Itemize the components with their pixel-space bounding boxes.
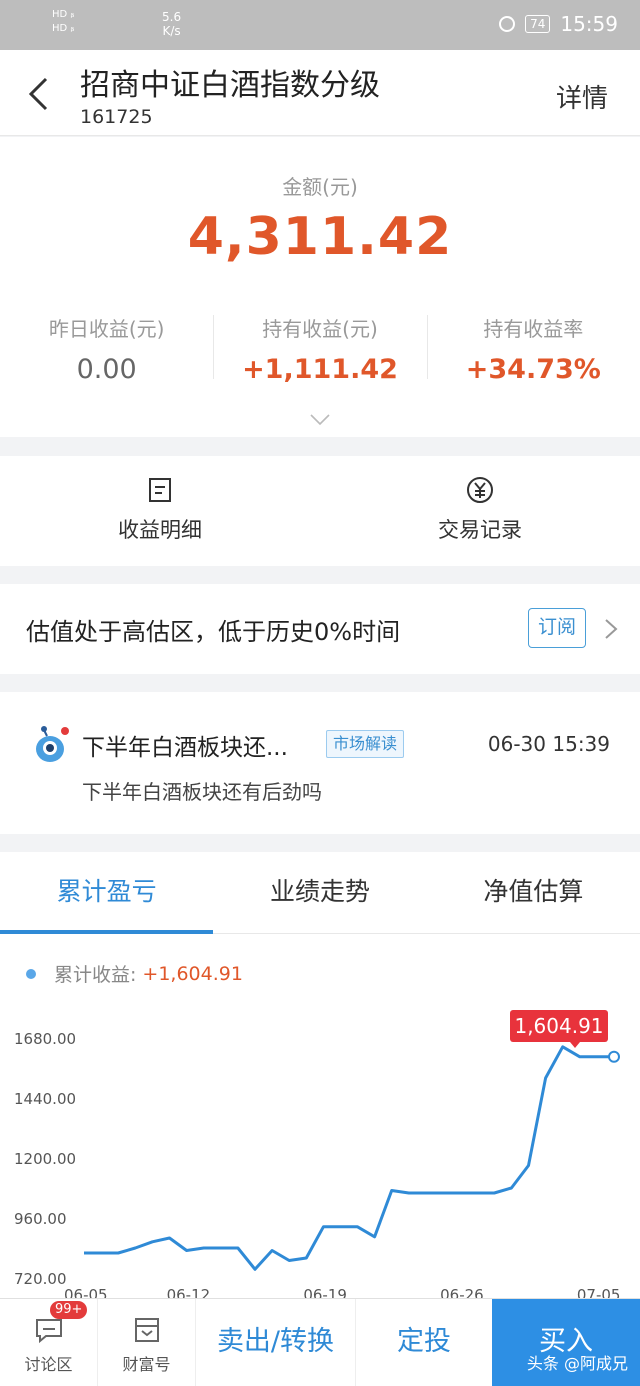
chart-tabs: 累计盈亏 业绩走势 净值估算 — [0, 852, 640, 934]
news-item[interactable]: 下半年白酒板块还... 市场解读 06-30 15:39 下半年白酒板块还有后劲… — [0, 692, 640, 834]
fund-detail-screen: HD ᵦ HD ᵦ 5.6 K/s 74 15:59 招商中证白酒指数分级 16… — [0, 0, 640, 1386]
clock: 15:59 — [560, 12, 618, 36]
status-right: 74 15:59 — [499, 12, 618, 36]
cumulative-profit-line — [84, 1045, 614, 1271]
stats-row: 昨日收益(元) 0.00 持有收益(元) +1,111.42 持有收益率 +34… — [0, 313, 640, 385]
sim1-indicator: HD ᵦ — [52, 9, 75, 20]
robot-avatar-icon — [36, 726, 69, 762]
y-tick-label: 1680.00 — [14, 1030, 76, 1048]
shortcut-label: 收益明细 — [118, 518, 202, 542]
last-point-marker — [608, 1050, 620, 1063]
sim2-indicator: HD ᵦ — [52, 23, 75, 34]
wealth-label: 财富号 — [122, 1355, 171, 1374]
tab-performance-trend[interactable]: 业绩走势 — [213, 852, 426, 933]
chart-legend: 累计收益: +1,604.91 — [26, 960, 243, 987]
legend-value: +1,604.91 — [142, 962, 243, 985]
sell-convert-button[interactable]: 卖出/转换 — [196, 1299, 356, 1386]
valuation-text: 估值处于高估区，低于历史0%时间 — [26, 618, 401, 646]
holding-summary: 金额(元) 4,311.42 昨日收益(元) 0.00 持有收益(元) +1,1… — [0, 137, 640, 437]
stat-holding-rate: 持有收益率 +34.73% — [426, 313, 640, 385]
wealth-button[interactable]: 财富号 — [98, 1299, 196, 1386]
chevron-right-icon[interactable] — [604, 618, 618, 640]
amount-label: 金额(元) — [282, 175, 358, 199]
watermark: 头条 @阿成兄 — [526, 1354, 628, 1373]
fund-code: 161725 — [80, 106, 153, 128]
news-tag: 市场解读 — [326, 730, 405, 758]
stat-label: 昨日收益(元) — [48, 317, 165, 341]
shortcut-trade-records[interactable]: 交易记录 — [320, 456, 640, 566]
tab-nav-estimate[interactable]: 净值估算 — [427, 852, 640, 933]
shortcut-label: 交易记录 — [438, 518, 522, 542]
status-bar: HD ᵦ HD ᵦ 5.6 K/s 74 15:59 — [0, 0, 640, 50]
legend-dot-icon — [26, 968, 36, 979]
shortcut-profit-detail[interactable]: 收益明细 — [0, 456, 320, 566]
chart-card: 累计盈亏 业绩走势 净值估算 累计收益: +1,604.91 1680.00 14… — [0, 852, 640, 1302]
alarm-icon — [499, 16, 516, 32]
yen-circle-icon — [467, 477, 493, 503]
stat-value: +1,111.42 — [242, 354, 398, 385]
value-callout-pointer — [570, 1042, 580, 1048]
battery-icon: 74 — [525, 15, 551, 33]
network-speed-value: 5.6 — [162, 10, 182, 24]
news-time: 06-30 15:39 — [487, 732, 610, 756]
discuss-badge: 99+ — [50, 1301, 88, 1319]
y-tick-label: 720.00 — [14, 1270, 67, 1288]
stat-yesterday: 昨日收益(元) 0.00 — [0, 313, 213, 385]
cumulative-profit-chart[interactable]: 1680.001440.001200.00960.00720.0006-05 06… — [0, 1002, 640, 1302]
stat-label: 持有收益(元) — [262, 317, 378, 341]
stat-label: 持有收益率 — [483, 317, 584, 341]
store-icon — [134, 1318, 159, 1342]
fund-title: 招商中证白酒指数分级 — [80, 68, 380, 103]
legend-label: 累计收益: — [54, 964, 137, 986]
y-tick-label: 960.00 — [14, 1210, 67, 1228]
chevron-down-icon[interactable] — [309, 413, 331, 427]
discuss-button[interactable]: 99+ 讨论区 — [0, 1299, 98, 1386]
detail-link[interactable]: 详情 — [556, 78, 608, 115]
stat-value: 0.00 — [76, 354, 137, 385]
y-tick-label: 1200.00 — [14, 1150, 76, 1168]
news-subtitle: 下半年白酒板块还有后劲吗 — [82, 780, 322, 804]
discuss-label: 讨论区 — [24, 1355, 73, 1374]
stat-value: +34.73% — [465, 354, 601, 385]
network-speed-unit: K/s — [162, 24, 181, 38]
y-tick-label: 1440.00 — [14, 1090, 76, 1108]
news-title: 下半年白酒板块还... — [82, 735, 288, 761]
subscribe-button[interactable]: 订阅 — [528, 608, 586, 648]
chat-bubble-icon — [35, 1319, 62, 1344]
stat-holding-profit: 持有收益(元) +1,111.42 — [213, 313, 426, 385]
valuation-banner[interactable]: 估值处于高估区，低于历史0%时间 订阅 — [0, 584, 640, 674]
value-callout-text: 1,604.91 — [514, 1014, 603, 1038]
back-arrow-icon[interactable] — [26, 76, 50, 112]
document-icon — [149, 478, 171, 502]
auto-invest-button[interactable]: 定投 — [356, 1299, 492, 1386]
network-speed: 5.6 K/s — [162, 10, 181, 38]
shortcut-row: 收益明细 交易记录 — [0, 456, 640, 566]
nav-header: 招商中证白酒指数分级 161725 详情 — [0, 50, 640, 136]
sim-indicators: HD ᵦ HD ᵦ — [52, 8, 74, 36]
tab-cumulative-profit[interactable]: 累计盈亏 — [0, 852, 214, 934]
amount-value: 4,311.42 — [187, 207, 453, 267]
